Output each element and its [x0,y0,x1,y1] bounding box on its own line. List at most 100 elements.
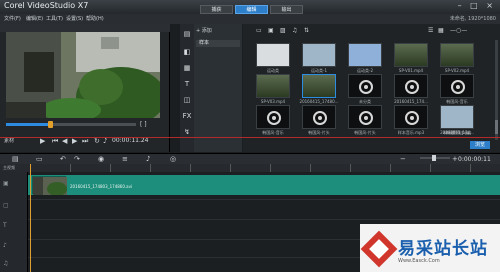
video-track-icon[interactable]: ▣ [3,180,9,187]
video-thumbnail [394,43,428,67]
menu-settings[interactable]: 设置(S) [66,14,83,24]
photo-filter-icon[interactable]: ▨ [280,27,286,34]
instant-project-icon[interactable]: ◧ [182,48,192,57]
project-info: 未命名, 1920*1080 [449,16,496,22]
tab-capture[interactable]: 捕获 [200,5,233,14]
track-divider [28,199,500,200]
library-item[interactable]: 韩国风-音乐 [250,105,296,139]
watermark-url: Www.Easck.Com [398,258,440,264]
timeline-view-icon[interactable]: ▭ [36,154,43,164]
audio-thumbnail [348,74,382,98]
tab-edit[interactable]: 编辑 [235,5,268,14]
overlay-track-icon[interactable]: ▢ [3,202,9,209]
storyboard-view-icon[interactable]: ▤ [12,154,19,164]
browse-button[interactable]: 浏览 [470,141,490,149]
audio-thumbnail [256,105,290,129]
tab-share[interactable]: 输出 [270,5,303,14]
library-scroll-thumb[interactable] [495,120,498,134]
audio-thumbnail [302,105,336,129]
auto-music-icon[interactable]: ♪ [146,154,150,164]
scrubber-handle[interactable] [48,121,53,128]
track-divider [28,219,500,220]
menu-file[interactable]: 文件(F) [4,14,21,24]
library-item[interactable]: SP-V02.mp4 [434,43,480,77]
audio-disc-icon [405,111,419,125]
filter-icon[interactable]: FX [182,112,192,121]
grid-view-icon[interactable]: ▦ [438,27,444,34]
thumb-size-slider[interactable]: —○— [450,27,467,34]
sort-icon[interactable]: ⇅ [304,27,309,34]
library-item[interactable]: 运动类-2 [342,43,388,77]
zoom-out-icon[interactable]: − [400,154,406,164]
title-icon[interactable]: T [182,80,192,89]
audio-thumbnail [348,105,382,129]
transition-icon[interactable]: ▦ [182,64,192,73]
preview-frame [6,32,160,118]
menu-help[interactable]: 帮助(H) [86,14,104,24]
library-item[interactable]: 样本音乐.mp3 [388,105,434,139]
graphics-icon[interactable]: ◫ [182,96,192,105]
video-thumbnail [256,74,290,98]
title-track-icon[interactable]: T [3,222,7,229]
window-controls[interactable]: – □ × [458,1,496,10]
mixer-icon[interactable]: ≡ [122,154,128,164]
audio-thumbnail [394,74,428,98]
audio-thumbnail [394,105,428,129]
music-track-icon[interactable]: ♫ [3,260,8,267]
library-item[interactable]: 20160415_174... [388,74,434,108]
video-filter-icon[interactable]: ▣ [268,27,274,34]
video-thumbnail [302,74,336,98]
path-icon[interactable]: ↯ [182,128,192,137]
library-item[interactable]: 20160415_17480... [296,74,342,108]
audio-disc-icon [313,111,327,125]
audio-filter-icon[interactable]: ♫ [292,27,297,34]
library-toolbar: ▭ ▣ ▨ ♫ ⇅ ☰ ▦ —○— [246,27,496,37]
photo-thumbnail [302,43,336,67]
library-item[interactable]: SP-V01.mp4 [388,43,434,77]
audio-disc-icon [405,80,419,94]
undo-icon[interactable]: ↶ [60,154,66,164]
clip-thumbnail-image [33,177,67,196]
trim-brackets-icon[interactable]: [ ] [140,121,147,128]
list-view-icon[interactable]: ☰ [428,27,433,34]
timeline-ruler[interactable] [30,164,500,172]
zoom-in-icon[interactable]: + [452,154,458,164]
motion-icon[interactable]: ◎ [170,154,176,164]
library-item[interactable]: 韩国风-片头 [296,105,342,139]
timeline-timecode[interactable]: 0:00:00:11 [458,156,491,163]
library-item-label: 韩国风-音乐 [262,130,284,135]
scrubber-progress [6,123,50,126]
category-toolbar: ▤ ◧ ▦ T ◫ FX ↯ [180,24,194,152]
library-item[interactable]: 韩国风-音乐 [434,74,480,108]
player-topbar [0,24,170,32]
media-icon[interactable]: ▤ [182,30,192,39]
library-item[interactable]: 未标题-图片.jpg [434,105,480,139]
playhead[interactable] [30,164,31,272]
folder-item-samples[interactable]: 样本 [196,40,240,47]
zoom-slider-handle[interactable] [432,155,436,161]
clip-thumbnail [32,176,67,196]
watermark-text: 易采站长站 [398,239,488,259]
record-icon[interactable]: ◉ [98,154,104,164]
library-item[interactable]: 运动类-1 [296,43,342,77]
audio-disc-icon [359,80,373,94]
player-timecode[interactable]: 00:00:11.24 [112,137,149,144]
video-preview[interactable] [6,32,160,118]
library-item[interactable]: SP-V03.mp4 [250,74,296,108]
library-item[interactable]: 运动类 [250,43,296,77]
library-item-label: 韩国风-片头 [308,130,330,135]
library-item[interactable]: 韩国风-片头 [342,105,388,139]
voice-track-icon[interactable]: ♪ [3,242,7,249]
library-item[interactable]: 未分类 [342,74,388,108]
library-item-label: 未标题-图片.jpg [442,130,472,135]
library-item-label: 韩国风-片头 [354,130,376,135]
redo-icon[interactable]: ↷ [74,154,80,164]
folder-icon[interactable]: ▭ [256,27,262,34]
track-headers: ▣ ▢ T ♪ ♫ [0,172,28,272]
clip-name: 20160415_174803_174860.avi [70,184,133,189]
photo-thumbnail [348,43,382,67]
menu-edit[interactable]: 编辑(E) [26,14,43,24]
add-folder-button[interactable]: + 添加 [196,27,212,34]
audio-disc-icon [267,111,281,125]
menu-tools[interactable]: 工具(T) [46,14,63,24]
